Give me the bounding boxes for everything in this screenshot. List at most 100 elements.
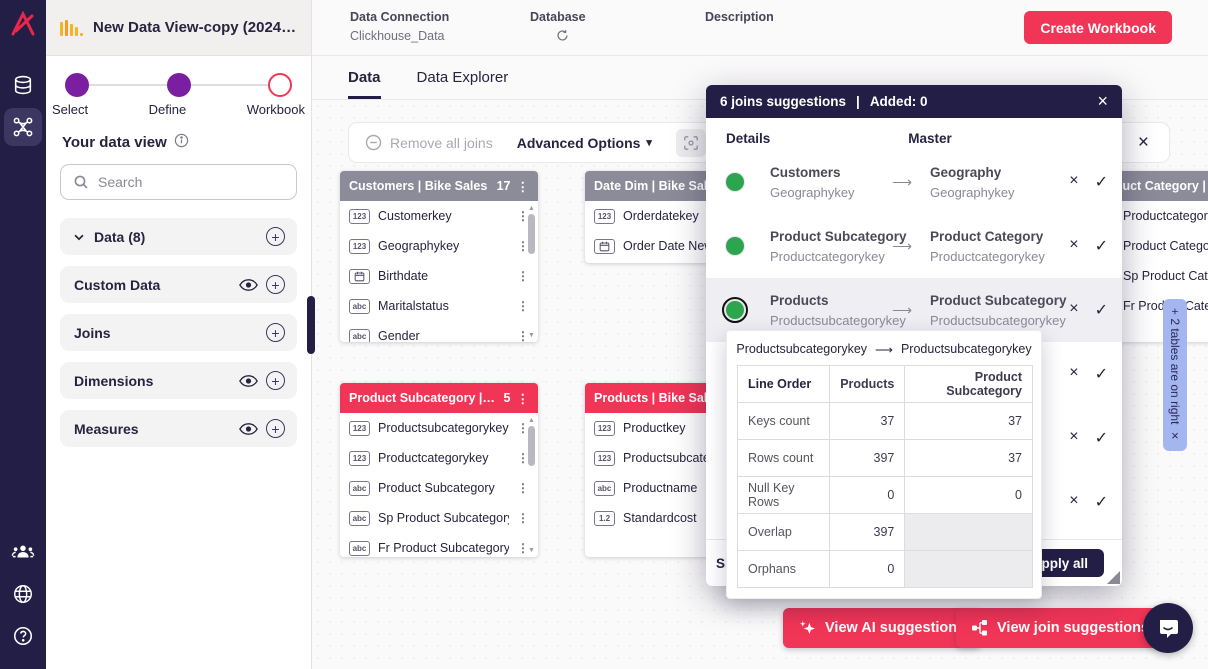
field-row[interactable]: abcGender⋮ — [340, 321, 538, 342]
sidebar-section-measures[interactable]: Measures + — [60, 410, 297, 447]
number-type-icon: 123 — [349, 451, 370, 466]
field-row[interactable]: abcSp Product Subcategory⋮ — [340, 503, 538, 533]
table-card-customers[interactable]: Customers | Bike Sales 17 ⋮ 123Customerk… — [340, 171, 538, 342]
focus-frame-icon — [683, 135, 699, 151]
left-icon-rail — [0, 0, 46, 669]
info-icon[interactable] — [174, 133, 189, 152]
table-card-header[interactable]: Product Subcategory | Bike Sales 5 ⋮ — [340, 383, 538, 413]
accept-join-icon[interactable]: ✓ — [1095, 172, 1108, 192]
users-nav-icon[interactable] — [4, 533, 42, 571]
field-row[interactable]: abcMaritalstatus⋮ — [340, 291, 538, 321]
add-join-icon[interactable]: + — [266, 323, 285, 342]
accept-join-icon[interactable]: ✓ — [1095, 300, 1108, 320]
tab-data[interactable]: Data — [348, 56, 381, 99]
accept-join-icon[interactable]: ✓ — [1095, 492, 1108, 512]
text-type-icon: abc — [349, 481, 370, 496]
card-scrollbar[interactable]: ▲▼ — [526, 416, 537, 554]
sidebar-search[interactable] — [60, 164, 297, 200]
reject-join-icon[interactable]: × — [1069, 300, 1078, 320]
text-type-icon: abc — [349, 511, 370, 526]
modal-resize-handle[interactable] — [1107, 571, 1120, 584]
advanced-options-dropdown[interactable]: Advanced Options▾ — [517, 135, 652, 151]
reject-join-icon[interactable]: × — [1069, 364, 1078, 384]
kebab-menu-icon[interactable]: ⋮ — [517, 179, 530, 194]
table-field-count: 17 — [497, 179, 511, 193]
step-define-label: Define — [149, 102, 187, 117]
view-join-suggestions-button[interactable]: View join suggestions — [956, 608, 1165, 648]
close-icon[interactable]: × — [1171, 428, 1179, 443]
step-select-dot[interactable] — [65, 73, 89, 97]
stats-row: Null Key Rows 0 0 — [738, 477, 1033, 514]
view-ai-suggestions-button[interactable]: View AI suggestions — [783, 608, 981, 648]
field-row[interactable]: abcFr Product Subcategory⋮ — [340, 533, 538, 557]
reject-join-icon[interactable]: × — [1069, 492, 1078, 512]
add-dimension-icon[interactable]: + — [266, 371, 285, 390]
datasets-nav-icon[interactable] — [4, 66, 42, 104]
card-scrollbar[interactable]: ▲▼ — [526, 204, 537, 339]
sidebar-section-joins[interactable]: Joins + — [60, 314, 297, 351]
field-row[interactable]: 123Productcategorykey⋮ — [340, 443, 538, 473]
text-type-icon: abc — [349, 541, 370, 556]
sidebar-scrollbar-thumb[interactable] — [307, 296, 315, 354]
stats-col-header: Line Order — [738, 366, 830, 403]
sidebar-section-data[interactable]: Data (8) + — [60, 218, 297, 255]
visibility-eye-icon[interactable] — [239, 422, 258, 436]
create-workbook-button[interactable]: Create Workbook — [1024, 11, 1172, 44]
description-label: Description — [705, 10, 774, 24]
kebab-menu-icon[interactable]: ⋮ — [517, 391, 530, 406]
add-custom-data-icon[interactable]: + — [266, 275, 285, 294]
tables-on-right-badge[interactable]: + 2 tables are on right × — [1163, 299, 1187, 451]
section-label: Dimensions — [74, 373, 231, 389]
reject-join-icon[interactable]: × — [1069, 172, 1078, 192]
help-icon[interactable] — [4, 617, 42, 655]
reject-join-icon[interactable]: × — [1069, 236, 1078, 256]
modal-title-divider: | — [856, 94, 860, 109]
connection-label: Data Connection — [350, 10, 449, 24]
join-status-dot[interactable] — [726, 173, 744, 191]
section-label: Measures — [74, 421, 231, 437]
close-join-mode-button[interactable]: × — [1134, 132, 1153, 154]
field-row[interactable]: 123Geographykey⋮ — [340, 231, 538, 261]
join-suggestion-row[interactable]: CustomersGeographykey ⟶ GeographyGeograp… — [706, 150, 1122, 214]
app-logo-icon[interactable] — [8, 9, 38, 44]
add-measure-icon[interactable]: + — [266, 419, 285, 438]
number-type-icon: 123 — [349, 209, 370, 224]
stats-col-header: Products — [830, 366, 905, 403]
accept-join-icon[interactable]: ✓ — [1095, 236, 1108, 256]
details-column-label: Details — [726, 131, 770, 146]
sidebar-section-dimensions[interactable]: Dimensions + — [60, 362, 297, 399]
step-define-dot[interactable] — [167, 73, 191, 97]
tab-data-explorer[interactable]: Data Explorer — [417, 56, 509, 99]
modal-header[interactable]: 6 joins suggestions | Added: 0 × — [706, 85, 1122, 118]
field-row[interactable]: abcProduct Subcategory⋮ — [340, 473, 538, 503]
remove-all-joins-button[interactable]: Remove all joins — [365, 134, 493, 151]
step-workbook-dot[interactable] — [268, 73, 292, 97]
number-type-icon: 123 — [349, 239, 370, 254]
sidebar-section-custom-data[interactable]: Custom Data + — [60, 266, 297, 303]
globe-icon[interactable] — [4, 575, 42, 613]
table-card-header[interactable]: Customers | Bike Sales 17 ⋮ — [340, 171, 538, 201]
search-input[interactable] — [98, 174, 268, 190]
text-type-icon: abc — [349, 299, 370, 314]
reject-join-icon[interactable]: × — [1069, 428, 1078, 448]
close-icon[interactable]: × — [1097, 91, 1108, 112]
join-status-dot[interactable] — [726, 301, 744, 319]
chat-widget-button[interactable] — [1143, 603, 1193, 653]
field-row[interactable]: Birthdate⋮ — [340, 261, 538, 291]
table-field-count: 5 — [504, 391, 511, 405]
wizard-stepper — [64, 72, 293, 98]
visibility-eye-icon[interactable] — [239, 278, 258, 292]
table-card-product-subcategory[interactable]: Product Subcategory | Bike Sales 5 ⋮ 123… — [340, 383, 538, 557]
add-data-icon[interactable]: + — [266, 227, 285, 246]
visibility-eye-icon[interactable] — [239, 374, 258, 388]
accept-join-icon[interactable]: ✓ — [1095, 364, 1108, 384]
field-row[interactable]: 123Productsubcategorykey⋮ — [340, 413, 538, 443]
data-model-nav-icon[interactable] — [4, 108, 42, 146]
join-status-dot[interactable] — [726, 237, 744, 255]
join-suggestion-row[interactable]: Product SubcategoryProductcategorykey ⟶ … — [706, 214, 1122, 278]
accept-join-icon[interactable]: ✓ — [1095, 428, 1108, 448]
field-row[interactable]: 123Customerkey⋮ — [340, 201, 538, 231]
database-refresh-icon[interactable] — [530, 29, 586, 45]
dataview-type-icon — [60, 20, 83, 36]
fit-view-button[interactable] — [676, 129, 706, 157]
